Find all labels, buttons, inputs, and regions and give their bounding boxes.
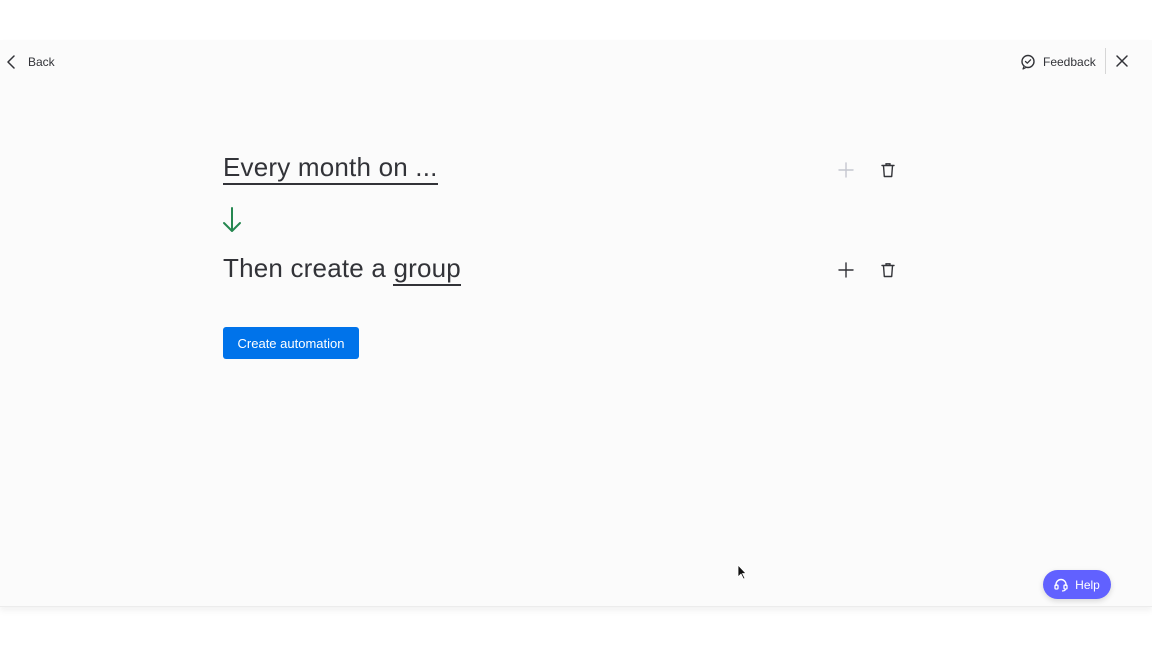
headset-icon <box>1054 578 1068 592</box>
speech-bubble-icon <box>1021 54 1035 70</box>
trash-icon <box>881 263 895 278</box>
delete-trigger-button[interactable] <box>879 161 897 179</box>
chevron-left-icon <box>7 55 15 69</box>
add-action-button[interactable] <box>837 261 855 279</box>
delete-action-button[interactable] <box>879 261 897 279</box>
feedback-label: Feedback <box>1043 55 1096 69</box>
trash-icon <box>881 163 895 178</box>
trigger-sentence: Every month on ... <box>223 152 438 185</box>
help-label: Help <box>1075 577 1100 592</box>
plus-icon <box>838 262 854 278</box>
feedback-button[interactable]: Feedback <box>1020 52 1096 72</box>
action-object[interactable]: group <box>393 253 461 286</box>
top-bar: Back Feedback <box>0 40 1152 84</box>
close-button[interactable] <box>1113 52 1131 70</box>
mouse-cursor-icon <box>737 564 747 580</box>
arrow-down-icon <box>223 207 241 232</box>
action-sentence: Then create a group <box>223 253 461 286</box>
create-automation-button[interactable]: Create automation <box>223 327 359 359</box>
back-button[interactable]: Back <box>6 52 55 72</box>
automation-builder-panel: Back Feedback <box>0 40 1152 607</box>
header-divider <box>1105 48 1106 74</box>
back-label: Back <box>28 55 55 69</box>
add-trigger-condition-button[interactable] <box>837 161 855 179</box>
close-icon <box>1116 55 1128 67</box>
plus-icon <box>838 162 854 178</box>
trigger-phrase[interactable]: Every month on ... <box>223 152 438 185</box>
action-prefix: Then create a <box>223 253 387 283</box>
help-button[interactable]: Help <box>1043 570 1111 599</box>
